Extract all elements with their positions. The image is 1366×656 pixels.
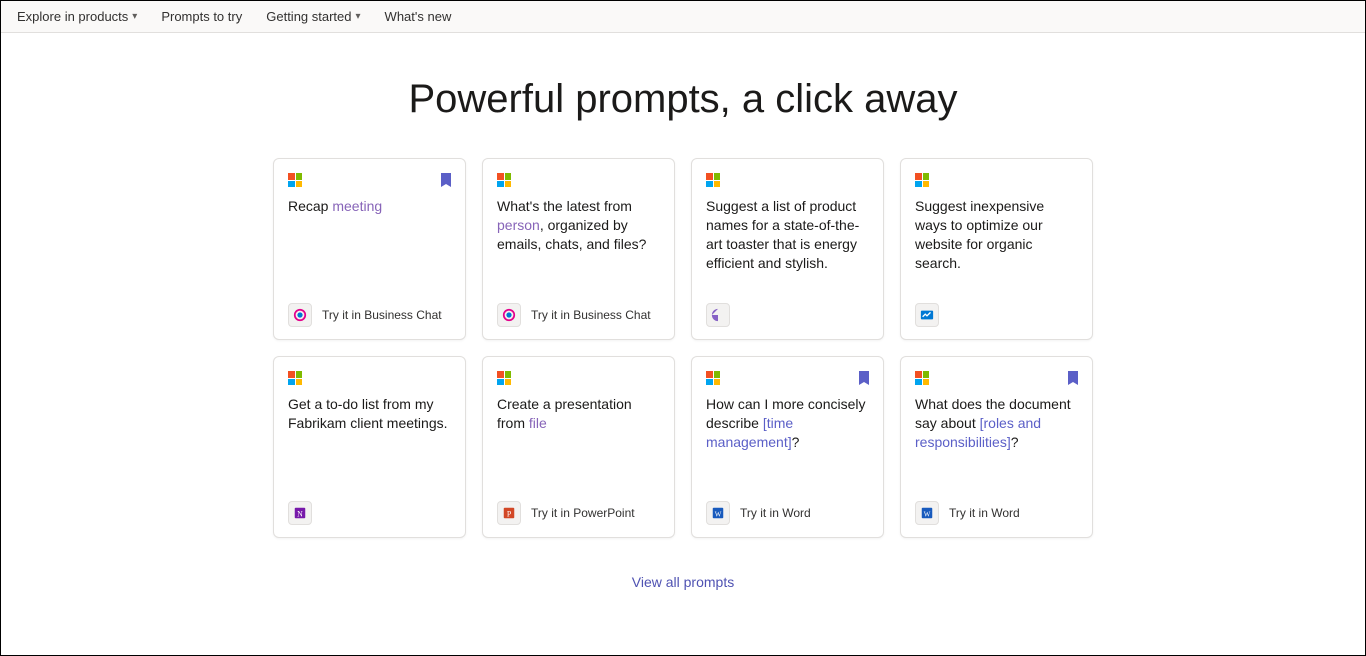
prompt-card[interactable]: What does the document say about [roles … xyxy=(900,356,1093,538)
card-footer: Try it in Business Chat xyxy=(288,303,451,327)
prompt-suffix: ? xyxy=(1011,434,1019,450)
try-it-label[interactable]: Try it in Word xyxy=(740,506,811,520)
bookmark-icon[interactable] xyxy=(441,173,451,187)
prompt-card[interactable]: Suggest inexpensive ways to optimize our… xyxy=(900,158,1093,340)
try-it-label[interactable]: Try it in Business Chat xyxy=(322,308,442,322)
card-footer xyxy=(915,303,1078,327)
svg-text:P: P xyxy=(507,510,512,519)
prompt-suffix: ? xyxy=(792,434,800,450)
svg-text:W: W xyxy=(715,511,722,519)
card-footer: W Try it in Word xyxy=(915,501,1078,525)
prompt-prefix: Create a presentation from xyxy=(497,396,632,431)
card-header xyxy=(915,371,1078,389)
bookmark-icon[interactable] xyxy=(1068,371,1078,385)
view-all-link[interactable]: View all prompts xyxy=(1,574,1365,590)
copilot-icon[interactable] xyxy=(288,303,312,327)
nav-prompts-label: Prompts to try xyxy=(161,9,242,24)
prompt-highlight: person xyxy=(497,217,540,233)
prompt-text: Create a presentation from file xyxy=(497,395,660,501)
onenote-icon[interactable]: N xyxy=(288,501,312,525)
card-header xyxy=(497,173,660,191)
prompt-prefix: Get a to-do list from my Fabrikam client… xyxy=(288,396,448,431)
try-it-label[interactable]: Try it in PowerPoint xyxy=(531,506,635,520)
prompt-card[interactable]: Get a to-do list from my Fabrikam client… xyxy=(273,356,466,538)
nav-whats-new[interactable]: What's new xyxy=(385,9,452,24)
chevron-down-icon: ▾ xyxy=(132,11,137,22)
try-it-label[interactable]: Try it in Business Chat xyxy=(531,308,651,322)
bookmark-icon[interactable] xyxy=(859,371,869,385)
try-it-label[interactable]: Try it in Word xyxy=(949,506,1020,520)
card-footer: N xyxy=(288,501,451,525)
prompt-text: Recap meeting xyxy=(288,197,451,303)
card-footer: P Try it in PowerPoint xyxy=(497,501,660,525)
microsoft-logo-icon xyxy=(497,173,511,187)
word-icon[interactable]: W xyxy=(915,501,939,525)
microsoft-logo-icon xyxy=(706,173,720,187)
svg-text:N: N xyxy=(297,510,303,519)
chevron-down-icon: ▾ xyxy=(356,11,361,22)
card-header xyxy=(706,371,869,389)
card-footer: Try it in Business Chat xyxy=(497,303,660,327)
prompt-card[interactable]: Recap meeting Try it in Business Chat xyxy=(273,158,466,340)
prompt-prefix: Suggest a list of product names for a st… xyxy=(706,198,859,271)
nav-whats-new-label: What's new xyxy=(385,9,452,24)
nav-explore[interactable]: Explore in products ▾ xyxy=(17,9,137,24)
top-nav: Explore in products ▾ Prompts to try Get… xyxy=(1,1,1365,33)
prompt-text: Suggest inexpensive ways to optimize our… xyxy=(915,197,1078,303)
copilot-icon[interactable] xyxy=(497,303,521,327)
prompt-text: Get a to-do list from my Fabrikam client… xyxy=(288,395,451,501)
card-header xyxy=(288,371,451,389)
card-footer: W Try it in Word xyxy=(706,501,869,525)
microsoft-logo-icon xyxy=(915,371,929,385)
nav-explore-label: Explore in products xyxy=(17,9,128,24)
microsoft-logo-icon xyxy=(288,371,302,385)
prompt-text: What does the document say about [roles … xyxy=(915,395,1078,501)
prompt-card[interactable]: Suggest a list of product names for a st… xyxy=(691,158,884,340)
card-header xyxy=(706,173,869,191)
nav-getting-started[interactable]: Getting started ▾ xyxy=(266,9,360,24)
nav-getting-started-label: Getting started xyxy=(266,9,351,24)
card-header xyxy=(288,173,451,191)
prompt-text: Suggest a list of product names for a st… xyxy=(706,197,869,303)
prompt-prefix: Suggest inexpensive ways to optimize our… xyxy=(915,198,1044,271)
card-header xyxy=(497,371,660,389)
whiteboard-icon[interactable] xyxy=(915,303,939,327)
prompt-prefix: What's the latest from xyxy=(497,198,632,214)
prompt-highlight: meeting xyxy=(332,198,382,214)
prompt-card[interactable]: Create a presentation from file P Try it i… xyxy=(482,356,675,538)
powerpoint-icon[interactable]: P xyxy=(497,501,521,525)
card-header xyxy=(915,173,1078,191)
prompt-grid: Recap meeting Try it in Business Chat What… xyxy=(273,158,1093,538)
microsoft-logo-icon xyxy=(497,371,511,385)
prompt-text: What's the latest from person, organized… xyxy=(497,197,660,303)
nav-prompts[interactable]: Prompts to try xyxy=(161,9,242,24)
prompt-card[interactable]: How can I more concisely describe [time … xyxy=(691,356,884,538)
word-icon[interactable]: W xyxy=(706,501,730,525)
loop-icon[interactable] xyxy=(706,303,730,327)
card-footer xyxy=(706,303,869,327)
microsoft-logo-icon xyxy=(288,173,302,187)
microsoft-logo-icon xyxy=(706,371,720,385)
prompt-prefix: Recap xyxy=(288,198,332,214)
prompt-card[interactable]: What's the latest from person, organized… xyxy=(482,158,675,340)
page-title: Powerful prompts, a click away xyxy=(1,77,1365,122)
microsoft-logo-icon xyxy=(915,173,929,187)
prompt-highlight: file xyxy=(529,415,547,431)
svg-text:W: W xyxy=(924,511,931,519)
prompt-text: How can I more concisely describe [time … xyxy=(706,395,869,501)
